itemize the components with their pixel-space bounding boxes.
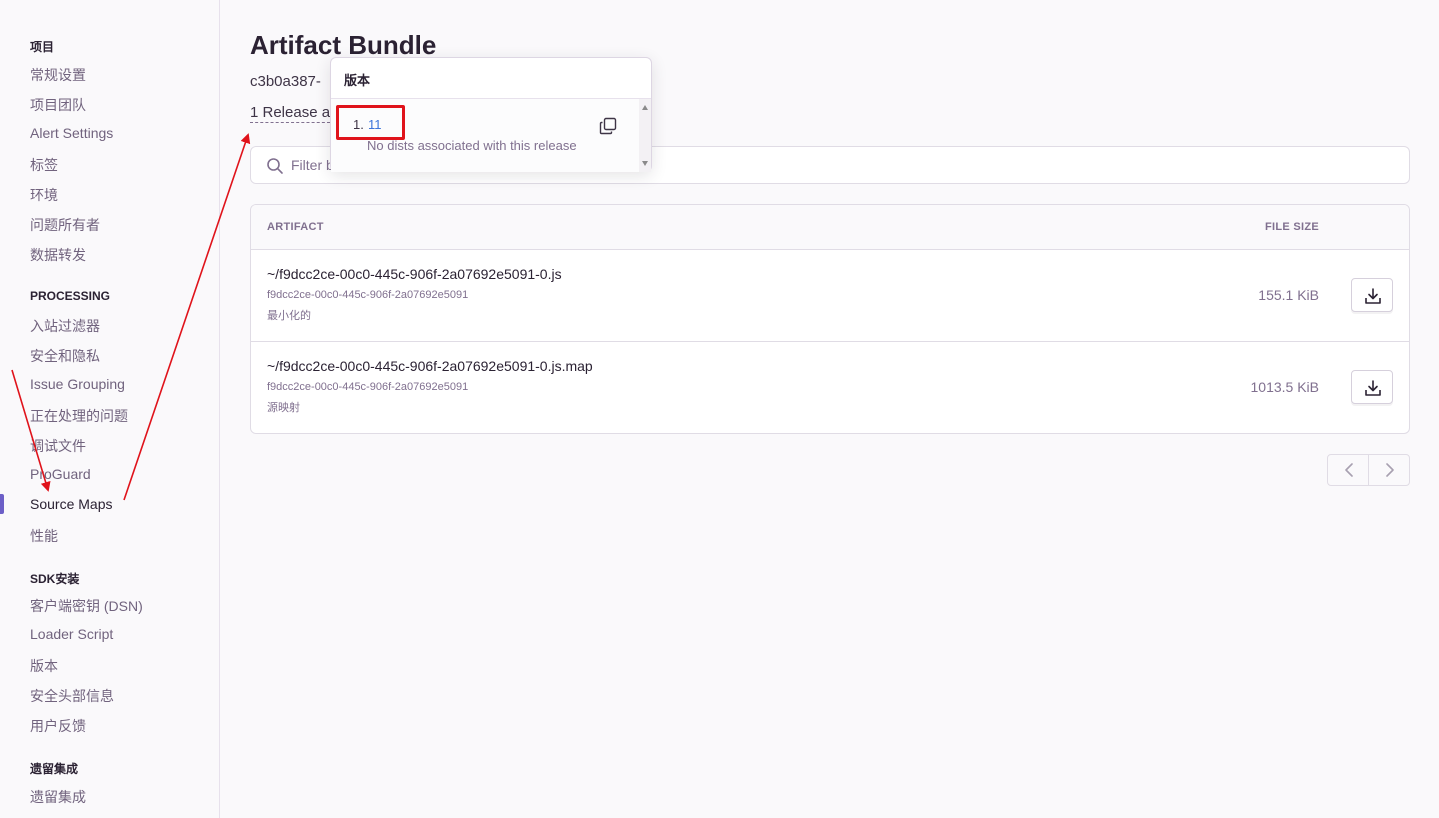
- release-count-suffix: a: [321, 104, 331, 121]
- sidebar-item-client-keys[interactable]: 客户端密钥 (DSN): [30, 596, 143, 616]
- annotation-highlight-box: [336, 105, 405, 140]
- sidebar-item-performance[interactable]: 性能: [30, 526, 58, 546]
- download-icon: [1365, 380, 1381, 396]
- sidebar-item-security-privacy[interactable]: 安全和隐私: [30, 346, 100, 366]
- sidebar-section-title: PROCESSING: [30, 289, 111, 303]
- artifact-type: 最小化的: [267, 310, 311, 322]
- sidebar-item-user-feedback[interactable]: 用户反馈: [30, 716, 86, 736]
- sidebar-item-general-settings[interactable]: 常规设置: [30, 65, 86, 85]
- artifact-type: 源映射: [267, 402, 300, 414]
- popover-title: 版本: [344, 73, 371, 88]
- popover-scrollbar[interactable]: [639, 99, 651, 172]
- sidebar-item-legacy-integrations[interactable]: 遗留集成: [30, 787, 86, 807]
- pagination: [1327, 454, 1410, 486]
- column-header-artifact: ARTIFACT: [267, 221, 324, 233]
- table-row: ~/f9dcc2ce-00c0-445c-906f-2a07692e5091-0…: [251, 250, 1409, 342]
- artifact-size: 155.1 KiB: [1258, 287, 1319, 303]
- sidebar-item-debug-files[interactable]: 调试文件: [30, 436, 86, 456]
- sidebar-item-data-forwarding[interactable]: 数据转发: [30, 245, 86, 265]
- popover-header: 版本: [331, 58, 651, 99]
- copy-icon[interactable]: [599, 117, 617, 135]
- download-button[interactable]: [1351, 278, 1393, 312]
- sidebar-item-tags[interactable]: 标签: [30, 155, 58, 175]
- scroll-down-icon[interactable]: [642, 161, 648, 166]
- artifacts-table: ARTIFACT FILE SIZE ~/f9dcc2ce-00c0-445c-…: [250, 204, 1410, 434]
- download-icon: [1365, 288, 1381, 304]
- sidebar-section-title: SDK安装: [30, 572, 80, 586]
- sidebar-section-title: 项目: [30, 40, 55, 54]
- sidebar-active-indicator: [0, 494, 4, 514]
- download-button[interactable]: [1351, 370, 1393, 404]
- bundle-id: c3b0a387-: [250, 73, 321, 90]
- sidebar-item-alert-settings[interactable]: Alert Settings: [30, 125, 113, 141]
- sidebar-item-issue-grouping[interactable]: Issue Grouping: [30, 376, 125, 392]
- artifact-size: 1013.5 KiB: [1250, 379, 1320, 395]
- sidebar-item-project-teams[interactable]: 项目团队: [30, 95, 86, 115]
- chevron-left-icon: [1345, 463, 1353, 477]
- sidebar: 项目 常规设置 项目团队 Alert Settings 标签 环境 问题所有者 …: [0, 0, 220, 818]
- sidebar-item-ownership[interactable]: 问题所有者: [30, 215, 100, 235]
- release-note: No dists associated with this release: [367, 138, 577, 153]
- artifact-hash: f9dcc2ce-00c0-445c-906f-2a07692e5091: [267, 289, 469, 301]
- sidebar-item-environments[interactable]: 环境: [30, 185, 58, 205]
- release-count-label: 1 Release: [250, 104, 318, 121]
- scroll-up-icon[interactable]: [642, 105, 648, 110]
- sidebar-item-processing-issues[interactable]: 正在处理的问题: [30, 406, 128, 426]
- next-page-button[interactable]: [1369, 455, 1410, 485]
- artifact-hash: f9dcc2ce-00c0-445c-906f-2a07692e5091: [267, 381, 469, 393]
- previous-page-button[interactable]: [1328, 455, 1369, 485]
- sidebar-item-security-headers[interactable]: 安全头部信息: [30, 686, 114, 706]
- column-header-file-size: FILE SIZE: [1264, 221, 1319, 233]
- table-row: ~/f9dcc2ce-00c0-445c-906f-2a07692e5091-0…: [251, 342, 1409, 433]
- chevron-right-icon: [1386, 463, 1394, 477]
- sidebar-item-source-maps[interactable]: Source Maps: [30, 496, 112, 512]
- artifact-name: ~/f9dcc2ce-00c0-445c-906f-2a07692e5091-0…: [267, 358, 593, 374]
- table-header: ARTIFACT FILE SIZE: [251, 205, 1409, 250]
- sidebar-section-title: 遗留集成: [30, 762, 79, 776]
- release-count-link[interactable]: 1 Release a: [250, 104, 331, 123]
- sidebar-item-loader-script[interactable]: Loader Script: [30, 626, 113, 642]
- sidebar-item-inbound-filters[interactable]: 入站过滤器: [30, 316, 100, 336]
- sidebar-item-releases[interactable]: 版本: [30, 656, 58, 676]
- search-icon: [267, 158, 283, 174]
- sidebar-item-proguard[interactable]: ProGuard: [30, 466, 91, 482]
- artifact-name: ~/f9dcc2ce-00c0-445c-906f-2a07692e5091-0…: [267, 266, 562, 282]
